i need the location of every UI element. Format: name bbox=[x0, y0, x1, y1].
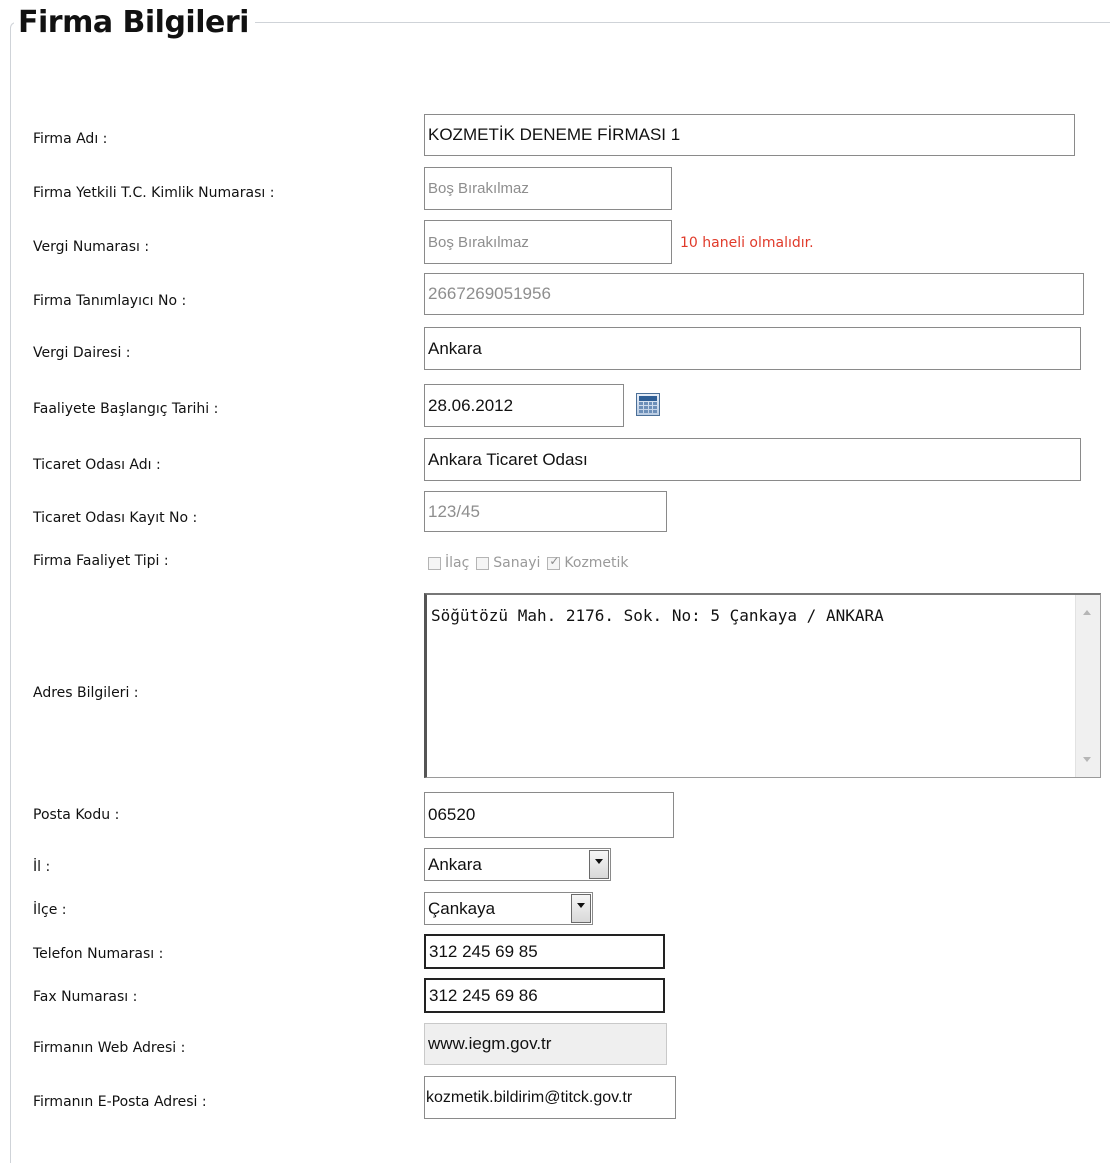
adres-textarea[interactable]: Söğütözü Mah. 2176. Sok. No: 5 Çankaya /… bbox=[424, 593, 1101, 778]
ticaret-odasi-kayit-input[interactable]: 123/45 bbox=[424, 491, 667, 532]
eposta-label: Firmanın E-Posta Adresi : bbox=[33, 1094, 207, 1110]
firma-adi-label: Firma Adı : bbox=[33, 131, 108, 147]
adres-label: Adres Bilgileri : bbox=[33, 685, 139, 701]
vergi-no-label: Vergi Numarası : bbox=[33, 239, 150, 255]
tanimlayici-no-input[interactable]: 2667269051956 bbox=[424, 273, 1084, 315]
web-input[interactable]: www.iegm.gov.tr bbox=[424, 1023, 667, 1065]
il-select-value: Ankara bbox=[428, 854, 482, 874]
kozmetik-checkbox-label: Kozmetik bbox=[564, 555, 629, 571]
scroll-down-icon[interactable] bbox=[1083, 757, 1091, 762]
il-label: İl : bbox=[33, 859, 51, 875]
web-label: Firmanın Web Adresi : bbox=[33, 1040, 186, 1056]
tc-kimlik-label: Firma Yetkili T.C. Kimlik Numarası : bbox=[33, 185, 275, 201]
firma-adi-input[interactable]: KOZMETİK DENEME FİRMASI 1 bbox=[424, 114, 1075, 156]
scroll-up-icon[interactable] bbox=[1083, 610, 1091, 615]
vergi-dairesi-input[interactable]: Ankara bbox=[424, 327, 1081, 370]
baslangic-tarihi-input[interactable]: 28.06.2012 bbox=[424, 384, 624, 427]
ticaret-odasi-kayit-label: Ticaret Odası Kayıt No : bbox=[33, 510, 198, 526]
section-title: Firma Bilgileri bbox=[14, 3, 255, 43]
chevron-down-icon[interactable] bbox=[571, 894, 591, 923]
ticaret-odasi-adi-label: Ticaret Odası Adı : bbox=[33, 457, 161, 473]
tanimlayici-no-label: Firma Tanımlayıcı No : bbox=[33, 293, 187, 309]
vergi-no-error: 10 haneli olmalıdır. bbox=[680, 235, 814, 251]
fax-label: Fax Numarası : bbox=[33, 989, 138, 1005]
ilce-label: İlçe : bbox=[33, 902, 67, 918]
sanayi-checkbox-label: Sanayi bbox=[493, 555, 541, 571]
ticaret-odasi-adi-input[interactable]: Ankara Ticaret Odası bbox=[424, 438, 1081, 481]
ilac-checkbox-label: İlaç bbox=[445, 555, 470, 571]
faaliyet-tipi-group: İlaç Sanayi Kozmetik bbox=[428, 554, 636, 571]
vergi-no-input[interactable]: Boş Bırakılmaz bbox=[424, 220, 672, 264]
faaliyet-tipi-label: Firma Faaliyet Tipi : bbox=[33, 553, 169, 569]
ilce-select-value: Çankaya bbox=[428, 898, 496, 918]
eposta-input[interactable]: kozmetik.bildirim@titck.gov.tr bbox=[424, 1076, 676, 1119]
sanayi-checkbox[interactable] bbox=[476, 556, 490, 570]
il-select[interactable]: Ankara bbox=[424, 848, 611, 881]
telefon-input[interactable]: 312 245 69 85 bbox=[424, 934, 665, 969]
adres-text: Söğütözü Mah. 2176. Sok. No: 5 Çankaya /… bbox=[431, 606, 884, 625]
baslangic-tarihi-label: Faaliyete Başlangıç Tarihi : bbox=[33, 401, 219, 417]
vergi-dairesi-label: Vergi Dairesi : bbox=[33, 345, 131, 361]
tc-kimlik-input[interactable]: Boş Bırakılmaz bbox=[424, 167, 672, 210]
kozmetik-checkbox[interactable] bbox=[547, 554, 561, 570]
adres-scrollbar[interactable] bbox=[1075, 595, 1100, 777]
calendar-icon[interactable] bbox=[636, 393, 660, 416]
ilac-checkbox[interactable] bbox=[428, 556, 441, 570]
ilce-select[interactable]: Çankaya bbox=[424, 892, 593, 925]
telefon-label: Telefon Numarası : bbox=[33, 946, 164, 962]
posta-kodu-input[interactable]: 06520 bbox=[424, 792, 674, 838]
chevron-down-icon[interactable] bbox=[589, 850, 609, 879]
posta-kodu-label: Posta Kodu : bbox=[33, 807, 120, 823]
fax-input[interactable]: 312 245 69 86 bbox=[424, 978, 665, 1013]
